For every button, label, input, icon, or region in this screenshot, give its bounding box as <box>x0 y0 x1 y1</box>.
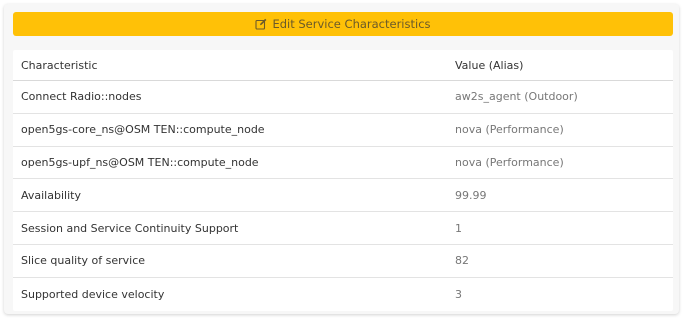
column-header-characteristic: Characteristic <box>21 58 98 72</box>
characteristic-cell: open5gs-upf_ns@OSM TEN::compute_node <box>21 155 259 169</box>
edit-button-label: Edit Service Characteristics <box>272 17 431 31</box>
table-row: Connect Radio::nodes aw2s_agent (Outdoor… <box>13 81 673 114</box>
value-cell: 82 <box>455 254 469 268</box>
value-cell: nova (Performance) <box>455 155 564 169</box>
characteristic-cell: Session and Service Continuity Support <box>21 221 239 235</box>
table-row: open5gs-core_ns@OSM TEN::compute_node no… <box>13 114 673 147</box>
table-row: Slice quality of service 82 <box>13 245 673 278</box>
edit-icon <box>255 18 267 30</box>
characteristics-table: Characteristic Value (Alias) Connect Rad… <box>13 50 673 311</box>
characteristic-cell: Availability <box>21 188 81 202</box>
column-header-value: Value (Alias) <box>455 58 524 72</box>
table-row: open5gs-upf_ns@OSM TEN::compute_node nov… <box>13 147 673 180</box>
table-row: Availability 99.99 <box>13 179 673 213</box>
table-header-row: Characteristic Value (Alias) <box>13 50 673 81</box>
characteristic-cell: Slice quality of service <box>21 254 146 268</box>
table-row: Supported device velocity 3 <box>13 278 673 311</box>
value-cell: 3 <box>455 287 462 301</box>
table-row: Session and Service Continuity Support 1 <box>13 212 673 245</box>
value-cell: 99.99 <box>455 188 487 202</box>
value-cell: aw2s_agent (Outdoor) <box>455 90 578 104</box>
characteristic-cell: open5gs-core_ns@OSM TEN::compute_node <box>21 123 265 137</box>
value-cell: 1 <box>455 221 462 235</box>
characteristic-cell: Connect Radio::nodes <box>21 90 142 104</box>
characteristic-cell: Supported device velocity <box>21 287 165 301</box>
service-characteristics-card: Edit Service Characteristics Characteris… <box>4 4 679 314</box>
edit-service-characteristics-button[interactable]: Edit Service Characteristics <box>13 12 673 36</box>
value-cell: nova (Performance) <box>455 123 564 137</box>
